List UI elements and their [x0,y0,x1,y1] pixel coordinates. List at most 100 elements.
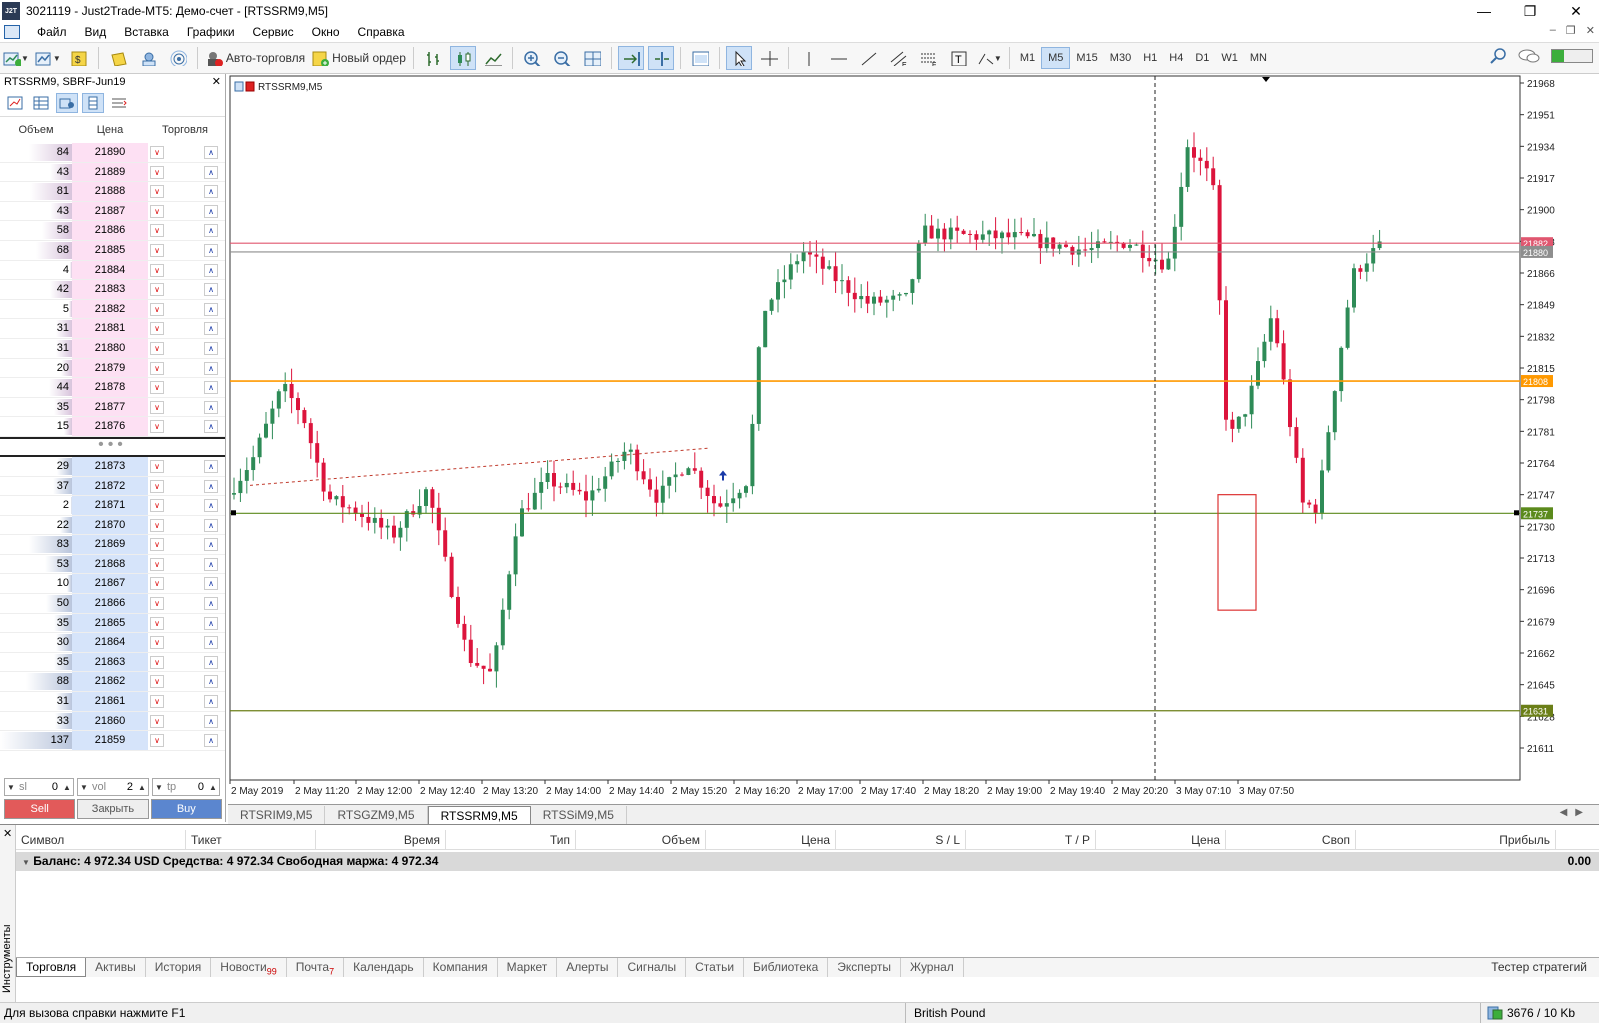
signals-button[interactable] [165,46,191,70]
restore-button[interactable]: ❐ [1507,0,1553,22]
chart-tab-2[interactable]: RTSSRM9,M5 [427,806,531,824]
buy-limit-icon[interactable]: ∧ [204,518,218,532]
menu-item-3[interactable]: Графики [178,25,244,39]
bid-level-row[interactable]: 50 21866 ∨ ∧ [0,594,225,614]
buy-limit-icon[interactable]: ∧ [204,655,218,669]
toolbox-tab-4[interactable]: Почта7 [287,958,345,977]
sl-stepper[interactable]: ▼ sl 0 ▲ [4,778,74,796]
sell-limit-icon[interactable]: ∨ [150,322,164,336]
sell-limit-icon[interactable]: ∨ [150,204,164,218]
toolbox-tab-0[interactable]: Торговля [16,958,87,977]
buy-limit-icon[interactable]: ∧ [204,185,218,199]
zoom-out-button[interactable] [549,46,575,70]
buy-limit-icon[interactable]: ∧ [204,499,218,513]
level-price[interactable]: 21864 [72,633,148,652]
buy-limit-icon[interactable]: ∧ [204,224,218,238]
crosshair-tool-button[interactable] [756,46,782,70]
timeframe-h1[interactable]: H1 [1137,47,1163,69]
child-minimize-icon[interactable]: – [1550,24,1556,37]
level-price[interactable]: 21881 [72,319,148,338]
line-anchor-handle[interactable] [1514,510,1519,516]
level-price[interactable]: 21884 [72,260,148,280]
dom-table-toggle[interactable] [30,93,52,113]
minimize-button[interactable]: — [1461,0,1507,22]
sell-limit-icon[interactable]: ∨ [150,714,164,728]
candlestick-chart-button[interactable] [449,46,476,70]
bid-level-row[interactable]: 53 21868 ∨ ∧ [0,554,225,575]
ask-level-row[interactable]: 58 21886 ∨ ∧ [0,221,225,241]
level-price[interactable]: 21862 [72,672,148,692]
buy-limit-icon[interactable]: ∧ [204,263,218,277]
level-price[interactable]: 21883 [72,280,148,299]
level-price[interactable]: 21880 [72,338,148,358]
sell-limit-icon[interactable]: ∨ [150,165,164,179]
timeframe-m5[interactable]: M5 [1041,47,1071,69]
sell-limit-icon[interactable]: ∨ [150,538,164,552]
line-anchor-handle[interactable] [231,510,236,516]
timeframe-m30[interactable]: M30 [1104,47,1137,69]
table-column-header[interactable]: Тип [446,830,576,850]
table-column-header[interactable]: S / L [836,830,966,850]
buy-limit-icon[interactable]: ∧ [204,459,218,473]
sell-limit-icon[interactable]: ∨ [150,341,164,355]
buy-limit-icon[interactable]: ∧ [204,302,218,316]
fibonacci-button[interactable]: F [915,46,941,70]
tab-scroll-right-icon[interactable]: ▶ [1575,807,1591,818]
sell-limit-icon[interactable]: ∨ [150,381,164,395]
chat-icon[interactable] [1517,47,1541,65]
toolbox-tab-10[interactable]: Статьи [686,958,745,977]
sell-button[interactable]: Sell [4,799,76,819]
menu-item-5[interactable]: Окно [303,25,349,39]
child-close-icon[interactable]: ✕ [1586,24,1595,37]
buy-limit-icon[interactable]: ∧ [204,557,218,571]
table-column-header[interactable]: Цена [1096,830,1226,850]
ask-level-row[interactable]: 20 21879 ∨ ∧ [0,358,225,379]
horizontal-line-button[interactable] [825,46,851,70]
sell-limit-icon[interactable]: ∨ [150,224,164,238]
level-price[interactable]: 21869 [72,535,148,554]
tp-value[interactable]: 0 [178,781,207,793]
zoom-in-button[interactable] [519,46,545,70]
bar-chart-button[interactable] [420,46,446,70]
chart-tab-3[interactable]: RTSSiM9,M5 [531,806,627,824]
close-window-button[interactable]: ✕ [1553,0,1599,22]
profile-name[interactable]: British Pound [905,1002,1480,1023]
level-price[interactable]: 21890 [72,143,148,162]
table-column-header[interactable]: Объем [576,830,706,850]
level-price[interactable]: 21867 [72,574,148,594]
bid-level-row[interactable]: 2 21871 ∨ ∧ [0,496,225,516]
close-position-button[interactable]: Закрыть [77,799,149,819]
dom-settings-toggle[interactable] [108,93,130,113]
templates-button[interactable] [687,46,713,70]
ask-level-row[interactable]: 15 21876 ∨ ∧ [0,417,225,437]
chart-shift-button[interactable] [647,46,674,70]
menu-item-2[interactable]: Вставка [115,25,178,39]
timeframe-mn[interactable]: MN [1244,47,1273,69]
sell-limit-icon[interactable]: ∨ [150,243,164,257]
sell-limit-icon[interactable]: ∨ [150,597,164,611]
toolbox-close-icon[interactable]: ✕ [3,827,12,840]
dom-ticks-toggle[interactable] [82,92,104,113]
ask-level-row[interactable]: 5 21882 ∨ ∧ [0,299,225,320]
sell-limit-icon[interactable]: ∨ [150,577,164,591]
market-watch-button[interactable]: $ [66,46,92,70]
buy-limit-icon[interactable]: ∧ [204,361,218,375]
toolbox-tab-2[interactable]: История [146,958,212,977]
strategy-tester-tab[interactable]: Тестер стратегий [1491,958,1587,976]
ask-level-row[interactable]: 44 21878 ∨ ∧ [0,378,225,398]
toolbox-tab-12[interactable]: Эксперты [828,958,901,977]
bid-level-row[interactable]: 35 21863 ∨ ∧ [0,652,225,673]
sell-limit-icon[interactable]: ∨ [150,518,164,532]
buy-limit-icon[interactable]: ∧ [204,675,218,689]
level-price[interactable]: 21871 [72,496,148,515]
bid-level-row[interactable]: 137 21859 ∨ ∧ [0,731,225,751]
new-chart-button[interactable]: ▼ [2,46,30,70]
ask-level-row[interactable]: 35 21877 ∨ ∧ [0,397,225,418]
chart-tab-0[interactable]: RTSRIM9,M5 [228,806,326,824]
child-restore-icon[interactable]: ❐ [1566,24,1576,37]
bid-level-row[interactable]: 10 21867 ∨ ∧ [0,574,225,595]
sell-limit-icon[interactable]: ∨ [150,400,164,414]
toolbox-tab-1[interactable]: Активы [86,958,146,977]
collapse-icon[interactable]: ▼ [22,858,30,867]
ask-level-row[interactable]: 4 21884 ∨ ∧ [0,260,225,281]
